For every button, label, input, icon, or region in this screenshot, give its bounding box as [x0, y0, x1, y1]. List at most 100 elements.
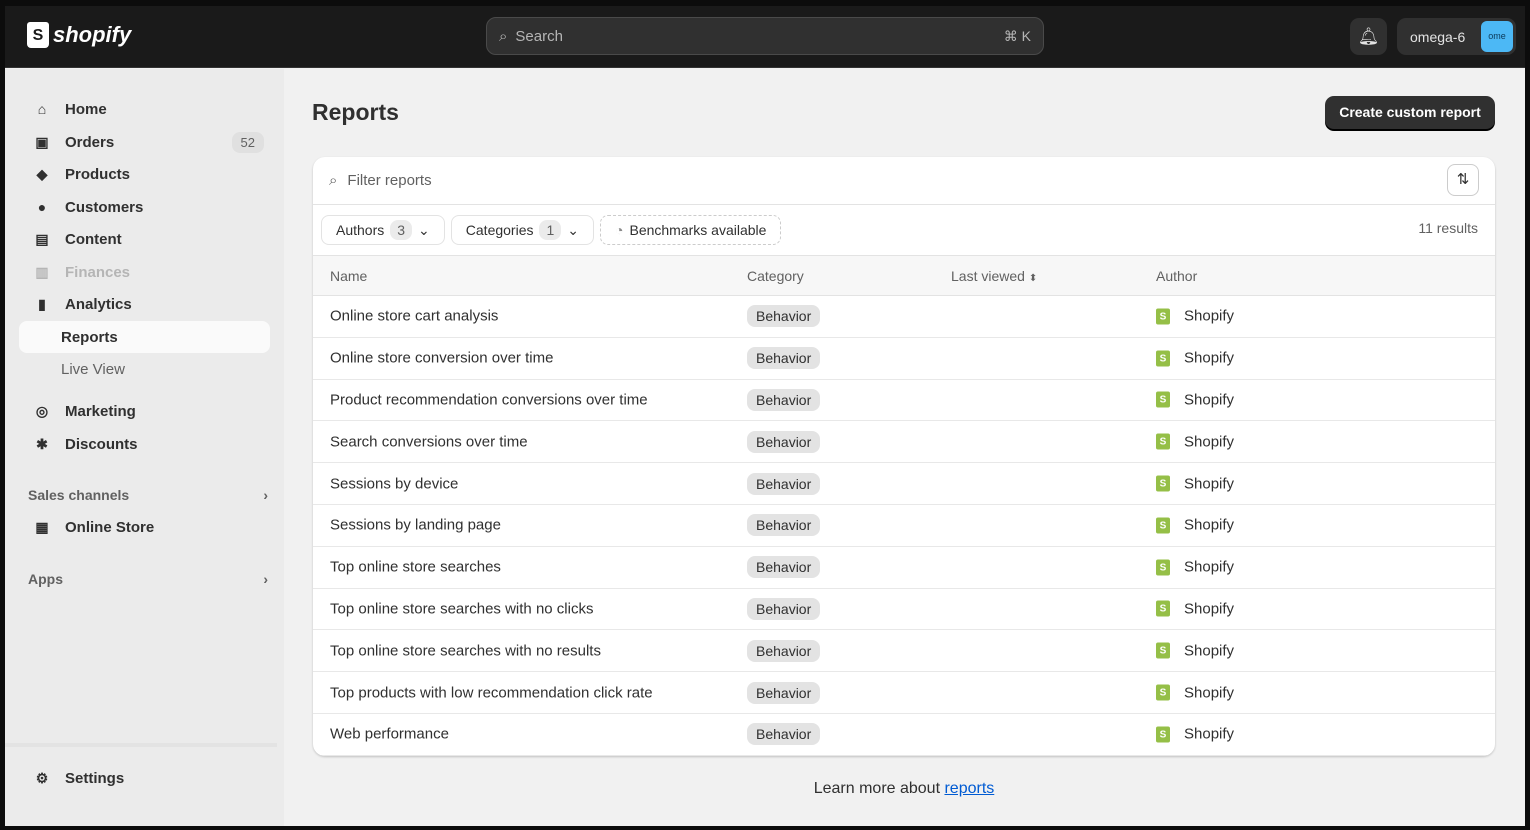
report-name[interactable]: Search conversions over time	[330, 433, 528, 450]
author: S Shopify	[1156, 726, 1234, 743]
shopify-icon: S	[1156, 600, 1170, 617]
section-label: Sales channels	[28, 487, 130, 503]
table-row[interactable]: Sessions by landing page Behavior S Shopi…	[313, 505, 1495, 547]
benchmarks-filter[interactable]: ◔ Benchmarks available	[600, 215, 782, 245]
shopify-icon: S	[1156, 642, 1170, 659]
table-row[interactable]: Top products with low recommendation cli…	[313, 672, 1495, 714]
author: S Shopify	[1156, 684, 1234, 701]
sidebar-item-label: Reports	[61, 328, 118, 346]
table-row[interactable]: Top online store searches Behavior S Shop…	[313, 547, 1495, 589]
author-name: Shopify	[1184, 433, 1235, 451]
category-badge: Behavior	[747, 305, 821, 328]
table-row[interactable]: Top online store searches with no clicks…	[313, 589, 1495, 631]
sidebar-item-settings[interactable]: ⚙ Settings	[19, 762, 270, 794]
sidebar-item-label: Customers	[65, 198, 144, 216]
reports-link[interactable]: reports	[944, 780, 994, 797]
sidebar-item-label: Marketing	[65, 402, 136, 420]
sort-button[interactable]: ⇅	[1447, 164, 1479, 196]
learn-more: Learn more about reports	[284, 780, 1524, 798]
category-badge: Behavior	[747, 597, 821, 620]
category-badge: Behavior	[747, 681, 821, 704]
apps-section[interactable]: Apps ›	[28, 571, 268, 587]
sales-channels-section[interactable]: Sales channels ›	[28, 487, 268, 503]
shopify-icon: S	[1156, 559, 1170, 576]
sidebar-item-finances[interactable]: ▥ Finances	[19, 256, 270, 288]
table-row[interactable]: Sessions by device Behavior S Shopify	[313, 463, 1495, 505]
sidebar-item-label: Products	[65, 165, 131, 183]
table-row[interactable]: Online store cart analysis Behavior S Sho…	[313, 296, 1495, 338]
category-badge: Behavior	[747, 347, 821, 370]
table-row[interactable]: Online store conversion over time Behavi…	[313, 338, 1495, 380]
author-name: Shopify	[1184, 725, 1235, 743]
report-name[interactable]: Sessions by landing page	[330, 517, 501, 534]
sidebar-item-customers[interactable]: ● Customers	[19, 191, 270, 223]
brand-name: shopify	[53, 22, 132, 47]
author-name: Shopify	[1184, 391, 1235, 409]
sidebar-item-products[interactable]: ◆ Products	[19, 158, 270, 190]
author-name: Shopify	[1184, 642, 1235, 660]
page-title: Reports	[312, 99, 399, 125]
main-content: Reports Create custom report ⌕ Filter rep…	[284, 69, 1525, 826]
report-name[interactable]: Top online store searches	[330, 559, 501, 576]
sidebar-item-label: Finances	[65, 263, 131, 281]
report-name[interactable]: Online store conversion over time	[330, 350, 553, 367]
author-name: Shopify	[1184, 307, 1235, 325]
user-name: omega-6	[1410, 28, 1466, 45]
shopify-logo[interactable]: Sshopify	[27, 22, 131, 48]
report-name[interactable]: Online store cart analysis	[330, 308, 498, 325]
report-name[interactable]: Top online store searches with no result…	[330, 642, 601, 659]
table-row[interactable]: Top online store searches with no result…	[313, 630, 1495, 673]
sidebar-item-reports[interactable]: Reports	[19, 321, 270, 353]
table-row[interactable]: Web performance Behavior S Shopify	[313, 714, 1495, 756]
sidebar-item-marketing[interactable]: ◎ Marketing	[19, 395, 270, 427]
table-row[interactable]: Search conversions over time Behavior SS…	[313, 421, 1495, 464]
sidebar-item-label: Online Store	[65, 518, 155, 536]
learn-text: Learn more about	[813, 780, 945, 797]
create-custom-report-button[interactable]: Create custom report	[1325, 96, 1495, 129]
sidebar-item-live-view[interactable]: Live View	[19, 353, 270, 385]
products-icon: ◆	[36, 165, 48, 182]
shopify-icon: S	[1156, 726, 1170, 743]
report-name[interactable]: Top products with low recommendation cli…	[330, 684, 653, 701]
author: S Shopify	[1156, 642, 1234, 659]
category-badge: Behavior	[747, 472, 821, 495]
column-last-viewed[interactable]: Last viewed ⬍	[951, 268, 1037, 284]
report-name[interactable]: Top online store searches with no clicks	[330, 600, 593, 617]
chip-count: 1	[539, 220, 562, 240]
search-icon: ⌕	[499, 27, 508, 45]
author-name: Shopify	[1184, 600, 1235, 618]
category-badge: Behavior	[747, 514, 821, 537]
chevron-down-icon: ⌄	[418, 221, 430, 238]
finances-icon: ▥	[35, 263, 49, 280]
report-name[interactable]: Web performance	[330, 726, 449, 743]
notifications-bell-icon[interactable]: 🔔︎	[1350, 18, 1387, 55]
column-label: Last viewed	[951, 267, 1025, 284]
sidebar-item-content[interactable]: ▤ Content	[19, 223, 270, 255]
home-icon: ⌂	[37, 101, 47, 117]
sidebar-item-online-store[interactable]: ▦ Online Store	[19, 511, 270, 543]
shopify-icon: S	[1156, 391, 1170, 408]
authors-filter[interactable]: Authors 3 ⌄	[321, 215, 445, 245]
sidebar-item-label: Content	[65, 230, 122, 248]
filter-reports-input[interactable]: ⌕ Filter reports ⇅	[313, 157, 1495, 205]
sidebar-item-label: Settings	[65, 769, 125, 787]
sidebar-item-analytics[interactable]: ▮ Analytics	[19, 288, 270, 320]
table-row[interactable]: Product recommendation conversions over …	[313, 380, 1495, 422]
categories-filter[interactable]: Categories 1 ⌄	[450, 215, 595, 245]
search-input[interactable]: ⌕ Search ⌘ K	[486, 17, 1044, 55]
shopify-icon: S	[1156, 475, 1170, 492]
sidebar-item-label: Home	[65, 100, 107, 118]
chip-label: Benchmarks available	[629, 222, 767, 238]
sidebar-item-home[interactable]: ⌂ Home	[19, 93, 270, 125]
user-menu[interactable]: omega-6 ome	[1397, 18, 1516, 55]
author: S Shopify	[1156, 350, 1234, 367]
shopify-bag-icon: S	[27, 22, 49, 48]
report-name[interactable]: Product recommendation conversions over …	[330, 391, 648, 408]
category-badge: Behavior	[747, 388, 821, 411]
sidebar-item-discounts[interactable]: ✱ Discounts	[19, 428, 270, 460]
sidebar-item-orders[interactable]: ▣ Orders 52	[19, 126, 270, 158]
report-name[interactable]: Sessions by device	[330, 475, 458, 492]
author: S Shopify	[1156, 600, 1234, 617]
orders-icon: ▣	[35, 133, 49, 150]
search-shortcut: ⌘ K	[1003, 27, 1031, 44]
